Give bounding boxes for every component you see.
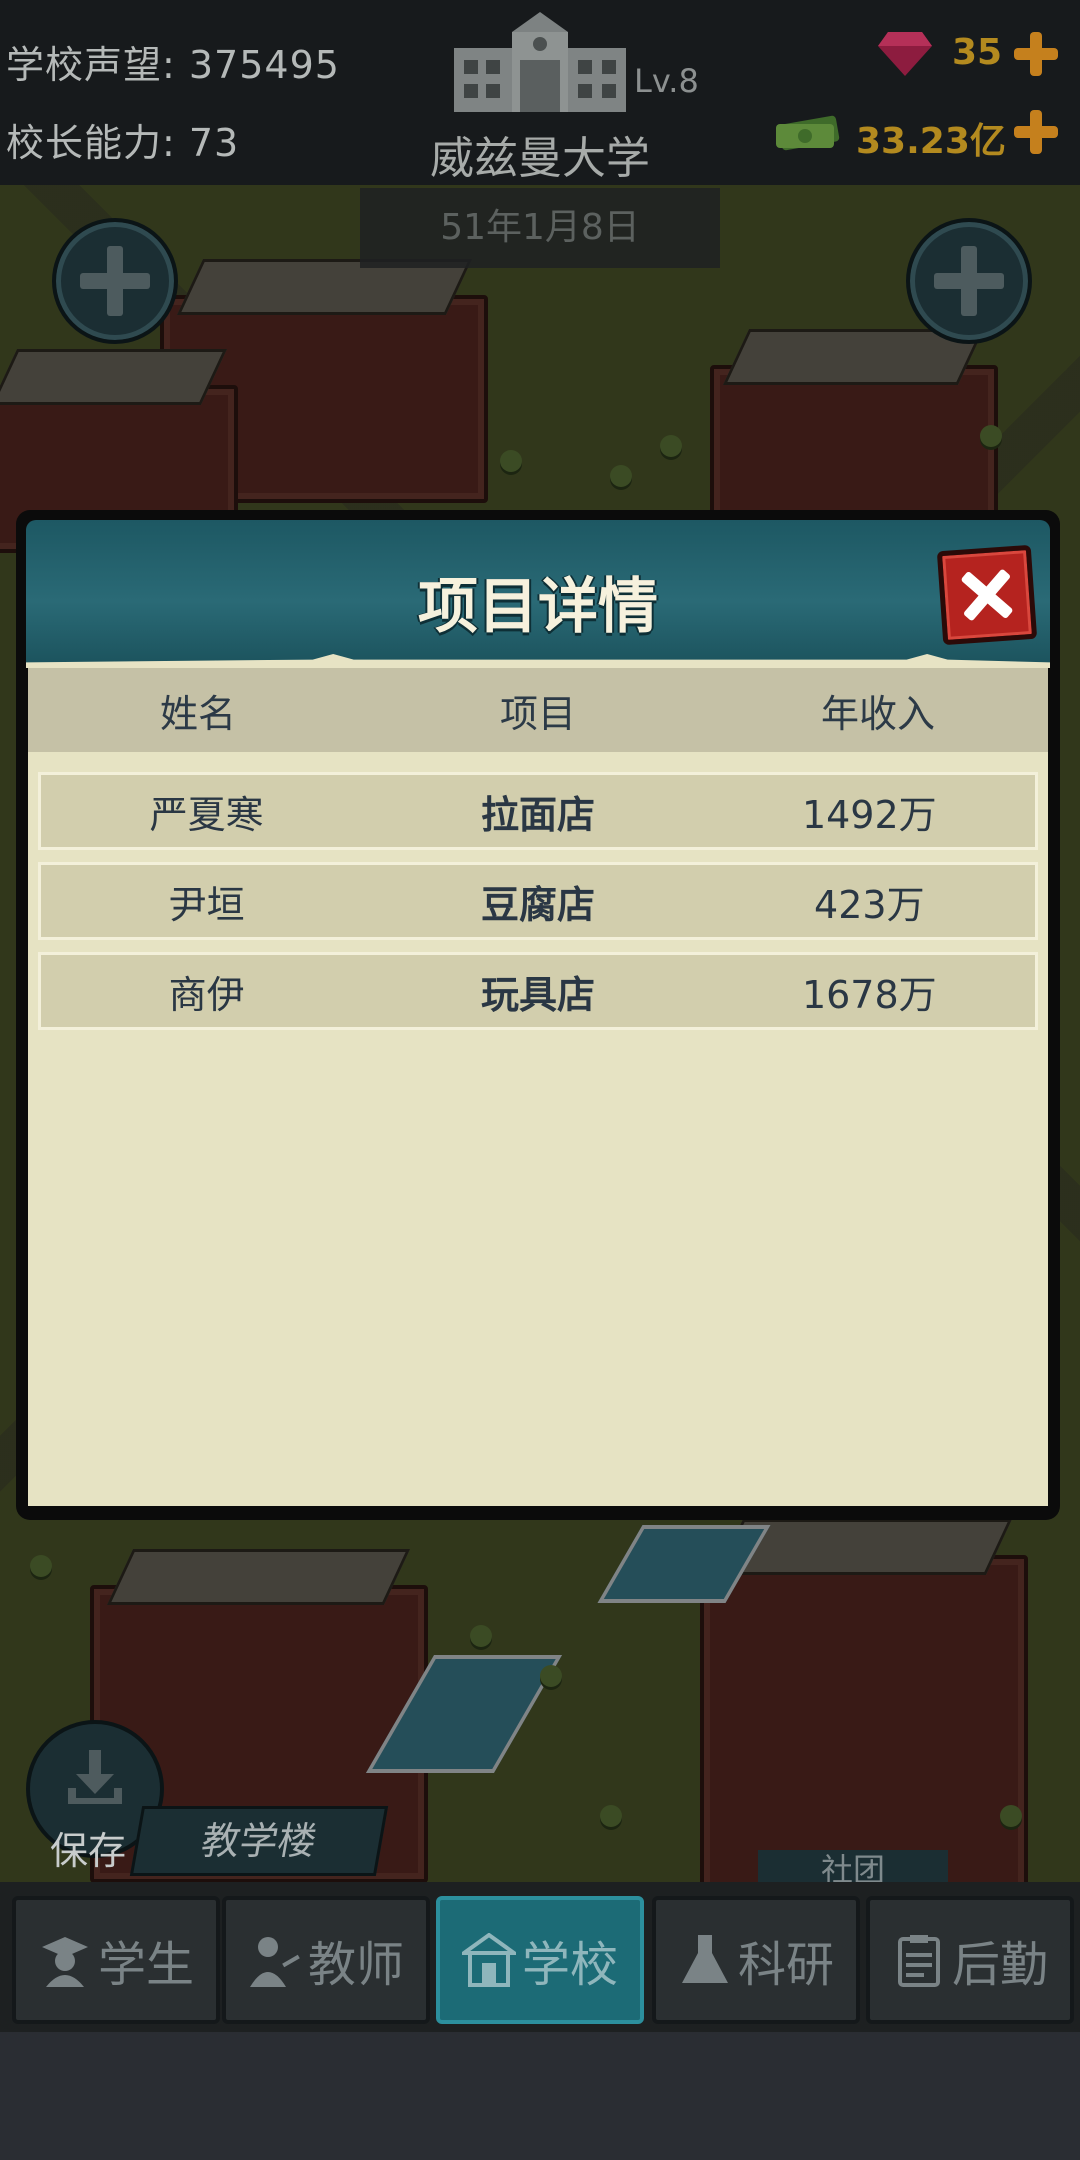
add-gems-button[interactable] — [1012, 30, 1060, 78]
money-amount: 33.23亿 — [856, 121, 1006, 162]
cell-project: 玩具店 — [480, 972, 595, 1017]
reputation-stat: 学校声望: 375495 — [6, 43, 340, 87]
project-details-dialog: 项目详情 姓名 项目 年收入 严夏寒 拉面店 1492万 尹垣 豆腐店 423万… — [16, 510, 1060, 1520]
tab-label: 后勤 — [951, 1937, 1048, 1993]
save-label: 保存 — [50, 1829, 127, 1873]
school-level: Lv.8 — [634, 62, 699, 100]
top-hud: 学校声望: 375495 校长能力: 73 Lv.8 威兹曼大学 35 33.2… — [0, 0, 1080, 185]
table-row[interactable]: 商伊 玩具店 1678万 — [38, 952, 1038, 1030]
money-icon — [776, 115, 840, 151]
student-icon — [41, 1937, 88, 1987]
cell-name: 尹垣 — [168, 882, 245, 927]
tab-students[interactable]: 学生 — [12, 1896, 220, 2024]
cell-name: 商伊 — [168, 972, 245, 1017]
tab-teachers[interactable]: 教师 — [222, 1896, 430, 2024]
tab-label: 学生 — [97, 1937, 194, 1993]
gem-icon — [878, 32, 932, 76]
bottom-tab-bar: 学生 教师 学校 科研 后勤 — [0, 1882, 1080, 2032]
tab-label: 学校 — [521, 1937, 618, 1993]
cell-income: 423万 — [814, 882, 925, 927]
add-building-left-button[interactable] — [52, 218, 178, 344]
flask-icon — [681, 1935, 728, 1983]
tab-school[interactable]: 学校 — [436, 1896, 644, 2024]
clipboard-icon — [897, 1935, 940, 1987]
teacher-icon — [249, 1937, 300, 1987]
system-navigation-area — [0, 2032, 1080, 2160]
close-icon[interactable] — [936, 544, 1038, 646]
tab-label: 教师 — [307, 1937, 404, 1993]
school-name: 威兹曼大学 — [430, 133, 650, 184]
cell-name: 严夏寒 — [149, 792, 264, 837]
add-building-right-button[interactable] — [906, 218, 1032, 344]
gem-count: 35 — [952, 32, 1003, 73]
tab-label: 科研 — [737, 1937, 834, 1993]
building-label-teaching[interactable]: 教学楼 — [129, 1806, 389, 1876]
dialog-header: 项目详情 — [26, 520, 1050, 668]
column-header-project: 项目 — [499, 691, 576, 736]
cell-project: 豆腐店 — [480, 882, 595, 927]
dialog-title: 项目详情 — [418, 572, 658, 642]
download-icon — [68, 1750, 122, 1804]
tab-logistics[interactable]: 后勤 — [866, 1896, 1074, 2024]
column-header-name: 姓名 — [159, 691, 236, 736]
table-header: 姓名 项目 年收入 — [28, 668, 1048, 752]
table-row[interactable]: 尹垣 豆腐店 423万 — [38, 862, 1038, 940]
add-money-button[interactable] — [1012, 108, 1060, 156]
project-list: 严夏寒 拉面店 1492万 尹垣 豆腐店 423万 商伊 玩具店 1678万 — [38, 772, 1038, 1042]
dialog-body: 姓名 项目 年收入 严夏寒 拉面店 1492万 尹垣 豆腐店 423万 商伊 玩… — [28, 668, 1048, 1506]
game-date: 51年1月8日 — [360, 188, 720, 268]
school-icon — [461, 1933, 516, 1987]
tab-research[interactable]: 科研 — [652, 1896, 860, 2024]
school-building-icon — [454, 12, 626, 112]
table-row[interactable]: 严夏寒 拉面店 1492万 — [38, 772, 1038, 850]
principal-ability-stat: 校长能力: 73 — [6, 121, 240, 165]
cell-project: 拉面店 — [480, 792, 595, 837]
cell-income: 1492万 — [801, 792, 937, 837]
column-header-income: 年收入 — [820, 691, 935, 736]
cell-income: 1678万 — [801, 972, 937, 1017]
